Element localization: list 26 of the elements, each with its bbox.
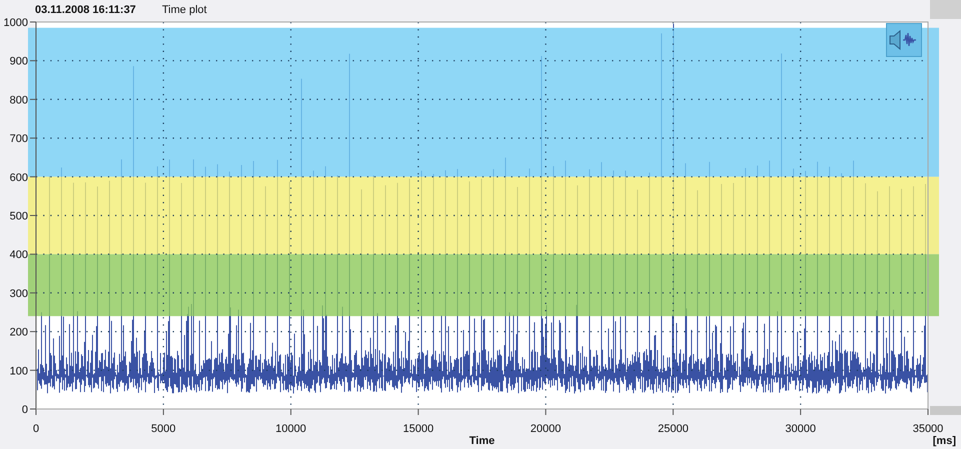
x-unit-label: [ms] bbox=[932, 435, 956, 447]
axis-tick-label: 30000 bbox=[785, 423, 816, 435]
axis-tick-label: 25000 bbox=[658, 423, 688, 435]
plot-title: Time plot bbox=[162, 4, 207, 16]
axis-tick-label: 0 bbox=[32, 423, 40, 435]
axis-tick-label: 0 bbox=[22, 404, 28, 416]
axis-tick-label: 20000 bbox=[530, 423, 561, 435]
axis-tick-label: 5000 bbox=[151, 423, 176, 435]
axis-tick-label: 1000 bbox=[4, 17, 28, 29]
scrollbar[interactable] bbox=[930, 0, 961, 19]
x-axis-label: Time bbox=[469, 435, 495, 447]
axis-tick-label: 800 bbox=[10, 94, 28, 106]
axis-tick-label: 200 bbox=[10, 326, 28, 339]
scrollbar[interactable] bbox=[930, 406, 961, 415]
axis-tick-label: 35000 bbox=[912, 423, 944, 435]
axis-tick-label: 400 bbox=[10, 249, 28, 262]
axis-tick-label: 300 bbox=[10, 288, 28, 300]
axis-tick-label: 500 bbox=[10, 210, 28, 222]
axis-tick-label: 15000 bbox=[403, 423, 434, 435]
axis-tick-label: 700 bbox=[10, 133, 28, 146]
axis-tick-label: 600 bbox=[10, 172, 28, 184]
speaker-icon[interactable] bbox=[886, 23, 922, 57]
timestamp: 03.11.2008 16:11:37 bbox=[35, 4, 137, 16]
axis-tick-label: 100 bbox=[10, 365, 28, 378]
axis-tick-label: 900 bbox=[10, 56, 28, 68]
axis-tick-label: 10000 bbox=[276, 423, 306, 435]
